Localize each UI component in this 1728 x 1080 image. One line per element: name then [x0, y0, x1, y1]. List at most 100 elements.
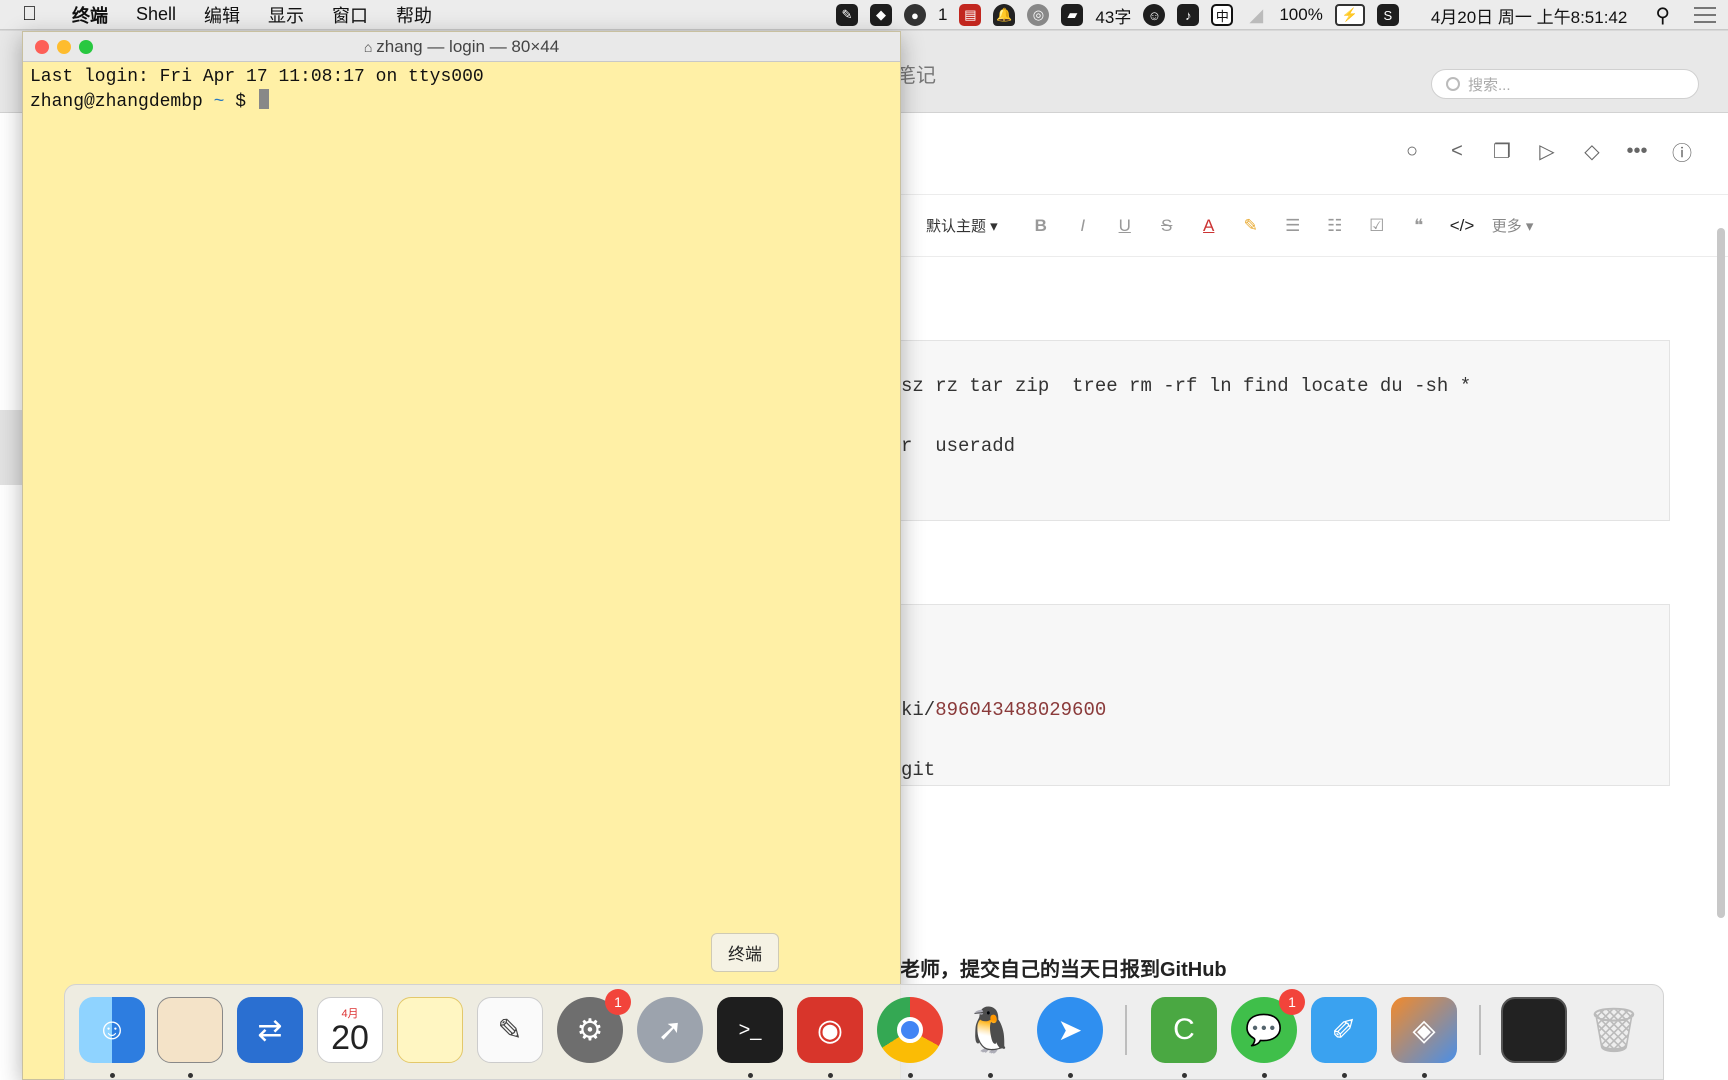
tag-icon[interactable]: ◇ [1580, 139, 1604, 163]
share-icon[interactable]: < [1445, 139, 1469, 163]
system-preferences-icon[interactable]: ⚙ 1 [557, 989, 631, 1063]
more-icon[interactable]: ••• [1625, 139, 1649, 163]
theme-select[interactable]: 默认主题 ▾ [926, 215, 998, 236]
vmware-fusion-icon[interactable]: ⇄ [237, 997, 303, 1063]
dock-tooltip: 终端 [711, 933, 779, 972]
terminal-title-text: zhang — login — 80×44 [376, 36, 560, 56]
highlight-icon[interactable]: ✎ [1240, 216, 1262, 236]
textedit-icon[interactable]: ✎ [477, 997, 543, 1063]
apple-menu-icon[interactable]:  [22, 3, 58, 26]
code-line: r useradd [901, 435, 1016, 457]
input-method-icon[interactable]: 中 [1211, 4, 1234, 26]
running-indicator [1182, 1073, 1187, 1078]
running-indicator [110, 1073, 115, 1078]
prompt-user: zhang@zhangdembp [30, 92, 203, 112]
notification-badge: 1 [605, 989, 631, 1015]
menu-shell[interactable]: Shell [122, 4, 190, 25]
spotlight-search-icon[interactable]: ⚲ [1655, 3, 1670, 28]
launchpad-rocket-icon[interactable]: ➚ [637, 997, 703, 1063]
sidebar-edge [0, 410, 24, 485]
play-icon[interactable]: ▷ [1535, 139, 1559, 163]
menu-help[interactable]: 帮助 [382, 2, 446, 28]
strikethrough-icon[interactable]: S [1156, 216, 1178, 236]
running-indicator [1262, 1073, 1267, 1078]
clock[interactable]: 4月20日 周一 上午8:51:42 [1431, 3, 1628, 28]
film-status-icon[interactable]: ▤ [959, 4, 982, 26]
trash-icon[interactable]: 🗑 [1581, 997, 1647, 1063]
dock-separator [1479, 1005, 1481, 1055]
battery-icon[interactable]: ⚡ [1334, 4, 1365, 26]
dingtalk-icon[interactable]: ➤ [1037, 997, 1103, 1063]
qq-penguin-icon[interactable]: 🐧 [957, 997, 1023, 1063]
menu-window[interactable]: 窗口 [318, 2, 382, 28]
font-color-icon[interactable]: A [1198, 216, 1220, 236]
s-app-status-icon[interactable]: S [1376, 4, 1399, 26]
italic-icon[interactable]: I [1072, 216, 1094, 236]
code-line: sz rz tar zip tree rm -rf ln find locate… [901, 375, 1472, 397]
menu-bar:  终端 Shell 编辑 显示 窗口 帮助 ✎ ◆ ● 1 ▤ 🔔 ◎ ▰ 4… [0, 0, 1728, 30]
code-block-commands: sz rz tar zip tree rm -rf ln find locate… [900, 340, 1670, 521]
folder-status-icon[interactable]: ▰ [1061, 4, 1084, 26]
prompt-symbol: $ [235, 92, 247, 112]
link-id[interactable]: 896043488029600 [935, 699, 1106, 721]
search-icon[interactable]: ○ [1400, 139, 1424, 163]
notes-app-icon[interactable] [397, 997, 463, 1063]
activity-monitor-icon[interactable] [157, 997, 223, 1063]
running-indicator [1068, 1073, 1073, 1078]
calendar-icon[interactable]: 4月 20 [317, 997, 383, 1063]
camtasia-icon[interactable]: C [1151, 997, 1217, 1063]
numbered-list-icon[interactable]: ☷ [1324, 216, 1346, 236]
smiley-icon[interactable]: ☺ [1143, 4, 1166, 26]
menu-edit[interactable]: 编辑 [190, 2, 254, 28]
wechat-icon[interactable]: 💬 1 [1231, 989, 1305, 1063]
running-indicator [828, 1073, 833, 1078]
text-cursor [258, 89, 269, 109]
bulleted-list-icon[interactable]: ☰ [1282, 216, 1304, 236]
more-menu[interactable]: 更多 ▾ [1492, 215, 1534, 236]
terminal-title: ⌂ zhang — login — 80×44 [23, 37, 900, 57]
chrome-icon[interactable] [877, 997, 943, 1063]
underline-icon[interactable]: U [1114, 216, 1136, 236]
more-label: 更多 [1491, 218, 1522, 235]
cube-app-icon[interactable]: ◈ [1391, 997, 1457, 1063]
wifi-icon[interactable]: ◢ [1245, 4, 1267, 26]
battery-percent: 100% [1279, 5, 1323, 24]
wechat-count: 1 [937, 5, 948, 24]
terminal-titlebar[interactable]: ⌂ zhang — login — 80×44 [23, 32, 900, 62]
bell-status-icon[interactable]: 🔔 [993, 4, 1016, 26]
checkbox-icon[interactable]: ☑ [1366, 216, 1388, 236]
microphone-icon[interactable]: ♪ [1177, 4, 1200, 26]
bold-icon[interactable]: B [1030, 216, 1052, 236]
notes-editor-icon[interactable]: ✐ [1311, 997, 1377, 1063]
notes-search-input[interactable]: 搜索... [1431, 69, 1699, 99]
netease-music-icon[interactable]: ◉ [797, 997, 863, 1063]
terminal-window[interactable]: ⌂ zhang — login — 80×44 Last login: Fri A… [22, 31, 901, 1080]
notification-center-icon[interactable] [1694, 7, 1716, 23]
running-indicator [748, 1073, 753, 1078]
last-login-line: Last login: Fri Apr 17 11:08:17 on ttys0… [30, 67, 484, 87]
info-icon[interactable]: ⓘ [1670, 139, 1694, 165]
note-app-status-icon[interactable]: ✎ [835, 4, 858, 26]
finder-icon[interactable]: ☺ [79, 997, 145, 1063]
dock-separator [1125, 1005, 1127, 1055]
notes-scrollbar[interactable] [1717, 228, 1725, 918]
calendar-day: 20 [331, 1019, 369, 1057]
copy-icon[interactable]: ❐ [1490, 139, 1514, 163]
wechat-status-icon[interactable]: ● [903, 4, 926, 26]
paw-status-icon[interactable]: ◆ [869, 4, 892, 26]
terminal-icon[interactable]: >_ [717, 997, 783, 1063]
menu-view[interactable]: 显示 [254, 2, 318, 28]
recent-window-thumbnail-icon[interactable] [1501, 997, 1567, 1063]
code-line: git [901, 759, 936, 781]
quote-icon[interactable]: ❝ [1408, 216, 1430, 236]
code-icon[interactable]: </> [1450, 216, 1475, 236]
editor-toolbar: 默认主题 ▾ B I U S A ✎ ☰ ☷ ☑ ❝ </> 更多 ▾ [900, 194, 1728, 257]
terminal-content[interactable]: Last login: Fri Apr 17 11:08:17 on ttys0… [23, 62, 900, 118]
dock: ☺ ⇄ 4月 20 ✎ ⚙ 1 ➚ >_ ◉ 🐧 ➤ C 💬 1 ✐ ◈ 🗑 [64, 984, 1664, 1080]
code-block-links: ki/896043488029600 git [900, 604, 1670, 786]
menu-app-terminal[interactable]: 终端 [58, 2, 122, 28]
note-action-icons: ○ < ❐ ▷ ◇ ••• ⓘ [1400, 139, 1694, 165]
running-indicator [1342, 1073, 1347, 1078]
code-line: ki/896043488029600 [901, 699, 1106, 721]
cloud-status-icon[interactable]: ◎ [1027, 4, 1050, 26]
